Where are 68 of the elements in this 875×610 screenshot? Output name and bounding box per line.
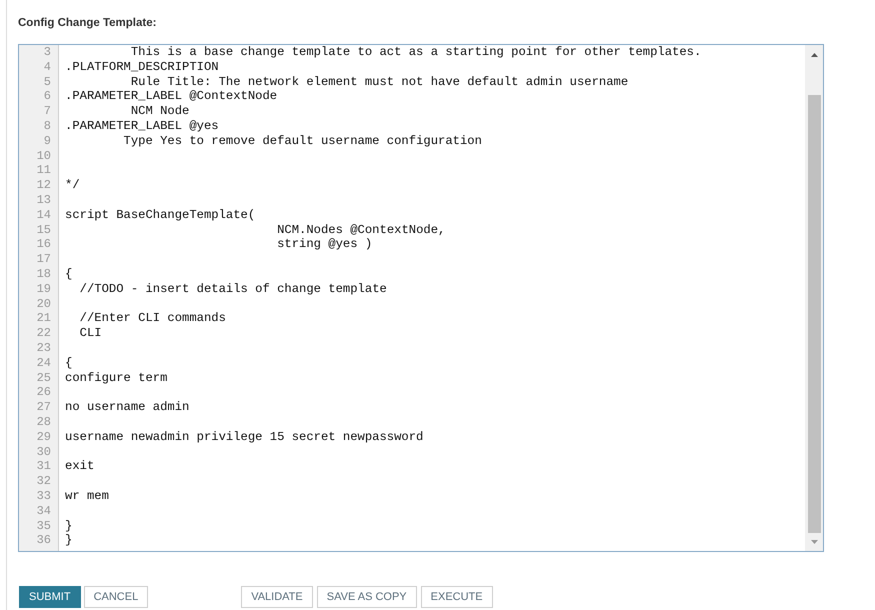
line-number: 9 [44,134,51,148]
line-number: 4 [44,60,51,74]
line-number: 18 [36,266,51,281]
line-number: 35 [36,518,51,532]
line-number: 19 [36,282,51,296]
scroll-up-icon[interactable] [810,53,818,57]
line-number: 30 [36,444,51,459]
code-line: no username admin [65,400,190,414]
scroll-down-icon[interactable] [810,540,818,544]
code-line: //Enter CLI commands [80,311,226,326]
code-line: } [65,533,72,548]
line-number: 13 [36,192,51,207]
code-line: */ [65,178,80,192]
line-number: 11 [36,163,51,178]
code-line: Rule Title: The network element must not have default admin username [130,74,628,89]
code-line: .PARAMETER_LABEL @yes [65,118,219,133]
code-line: .PLATFORM_DESCRIPTION [65,60,219,74]
code-line: Type Yes to remove default username configuration [124,134,482,148]
code-line: NCM Node [130,104,190,118]
code-line: .PARAMETER_LABEL @ContextNode [65,89,278,104]
code-line: configure term [65,370,168,385]
line-number: 6 [44,89,51,104]
code-line: CLI [80,326,102,340]
code-line: NCM.Nodes @ContextNode, [277,222,446,237]
line-number: 12 [36,178,51,192]
code-line: } [65,518,72,532]
line-number: 36 [36,533,51,548]
code-line: //TODO - insert details of change template [80,282,387,296]
line-number: 27 [36,400,51,414]
action-button[interactable]: EXECUTE [420,586,493,608]
code-line: script BaseChangeTemplate( [65,208,256,222]
line-number: 34 [36,504,51,518]
code-editor[interactable] [18,44,824,552]
line-number: 20 [36,296,51,311]
line-number: 23 [36,340,51,355]
line-number: 21 [36,311,51,326]
code-line: This is a base change template to act as a starting point for other templates. [130,45,702,59]
action-button[interactable]: SUBMIT [19,586,81,608]
code-line: { [65,266,72,281]
line-number: 16 [36,237,51,252]
line-number: 33 [36,488,51,503]
action-button[interactable]: CANCEL [84,586,148,608]
line-number: 26 [36,385,51,400]
line-number: 17 [36,252,51,266]
code-line: { [65,356,72,370]
line-number: 32 [36,474,51,488]
code-line: username newadmin privilege 15 secret newpassword [65,430,424,444]
action-button[interactable]: VALIDATE [241,586,313,608]
line-number: 25 [36,370,51,385]
action-button[interactable]: SAVE AS COPY [316,586,417,608]
field-label: Config Change Template: [18,16,156,31]
line-number: 22 [36,326,51,340]
line-number: 28 [36,414,51,429]
code-line: exit [65,459,94,474]
line-number: 29 [36,430,51,444]
line-number: 10 [36,148,51,163]
line-number: 14 [36,208,51,222]
line-number: 7 [44,104,51,118]
code-line: wr mem [65,488,109,503]
code-line: string @yes ) [277,237,372,252]
scrollbar-track[interactable] [805,45,823,551]
line-number: 24 [36,356,51,370]
line-number: 31 [36,459,51,474]
line-number: 15 [36,222,51,237]
line-number: 3 [44,45,51,59]
line-number: 5 [44,74,51,89]
scrollbar-thumb[interactable] [808,95,820,533]
line-number: 8 [44,118,51,133]
